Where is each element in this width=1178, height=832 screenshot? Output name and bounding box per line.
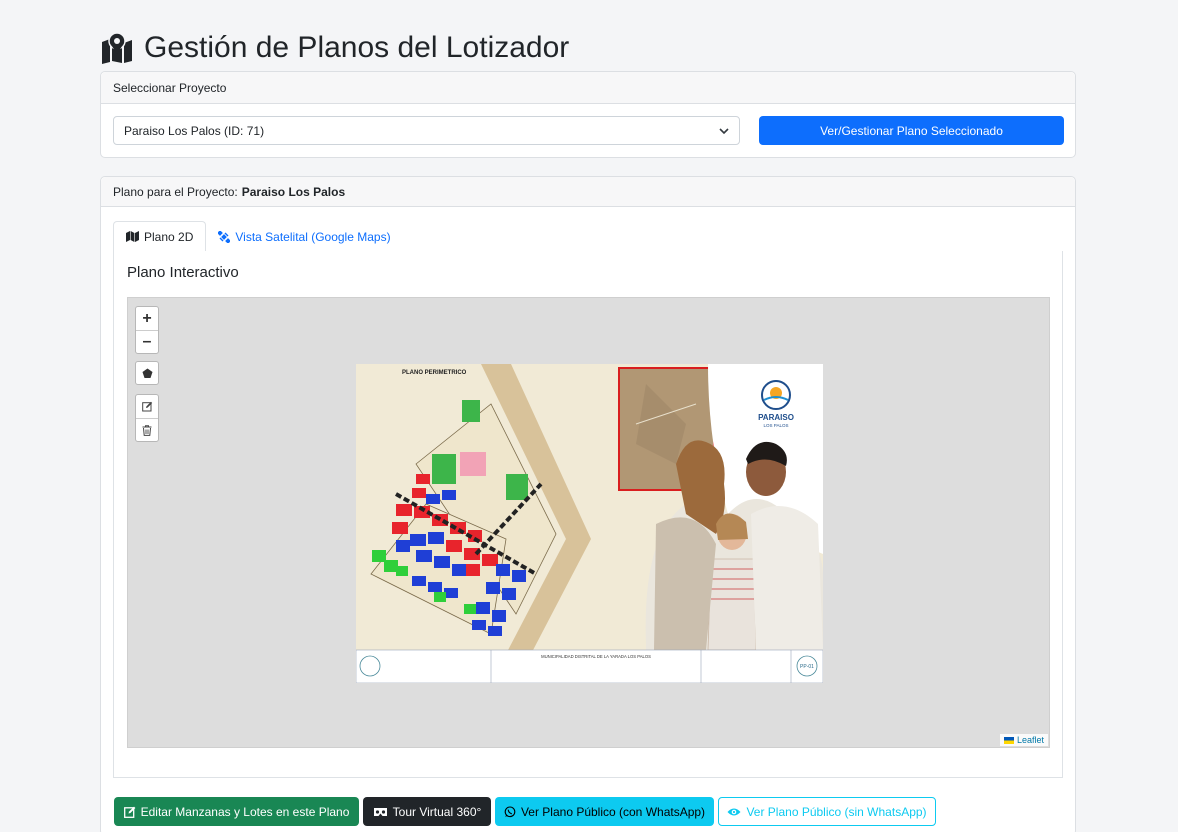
virtual-tour-label: Tour Virtual 360°: [392, 804, 482, 819]
attribution-label: Leaflet: [1016, 735, 1044, 745]
map-attribution[interactable]: Leaflet: [999, 734, 1048, 746]
interactive-map[interactable]: + – PARAISO LOS PALOS PLANO PERIMETRICO …: [127, 297, 1050, 748]
tab-plano-2d[interactable]: Plano 2D: [113, 221, 207, 252]
project-select-header: Seleccionar Proyecto: [101, 72, 1075, 104]
tab-satellite[interactable]: Vista Satelital (Google Maps): [206, 221, 402, 252]
plan-card: Plano para el Proyecto: Paraiso Los Palo…: [100, 176, 1076, 832]
public-plan-whatsapp-button[interactable]: Ver Plano Público (con WhatsApp): [495, 797, 714, 826]
plan-image-overlay: PARAISO LOS PALOS PLANO PERIMETRICO MUNI…: [356, 364, 823, 683]
plan-actions: Editar Manzanas y Lotes en este Plano To…: [114, 797, 936, 826]
overlay-footer-text: MUNICIPALIDAD DISTRITAL DE LA YARADA LOS…: [541, 654, 651, 659]
polygon-icon: [142, 368, 153, 379]
edit-layers-button[interactable]: [136, 395, 158, 418]
edit-toolbar: [135, 394, 159, 442]
zoom-out-button[interactable]: –: [136, 330, 158, 353]
pane-title: Plano Interactivo: [127, 264, 239, 281]
trash-icon: [142, 424, 152, 436]
overlay-logo-name: PARAISO: [758, 413, 794, 422]
map-marked-icon: [100, 32, 134, 64]
project-select[interactable]: Paraiso Los Palos (ID: 71): [113, 116, 740, 145]
eye-icon: [727, 807, 741, 817]
delete-layers-button[interactable]: [136, 418, 158, 441]
tab-satellite-label: Vista Satelital (Google Maps): [235, 229, 391, 244]
overlay-logo-sub: LOS PALOS: [764, 423, 789, 428]
project-select-card: Seleccionar Proyecto Paraiso Los Palos (…: [100, 71, 1076, 158]
public-plan-no-whatsapp-button[interactable]: Ver Plano Público (sin WhatsApp): [718, 797, 936, 826]
edit-icon: [123, 806, 136, 818]
page-title-text: Gestión de Planos del Lotizador: [144, 31, 570, 64]
zoom-in-button[interactable]: +: [136, 307, 158, 330]
ukraine-flag-icon: [1003, 736, 1014, 744]
map-icon: [126, 231, 139, 242]
plan-project-name: Paraiso Los Palos: [241, 184, 346, 199]
draw-polygon-button[interactable]: [135, 361, 159, 385]
zoom-control: + –: [135, 306, 159, 354]
overlay-sheet-label: PP-01: [800, 664, 814, 670]
edit-lots-label: Editar Manzanas y Lotes en este Plano: [140, 804, 350, 819]
plan-card-header: Plano para el Proyecto: Paraiso Los Palo…: [101, 177, 1075, 207]
view-plan-button[interactable]: Ver/Gestionar Plano Seleccionado: [759, 116, 1064, 145]
public-plan-no-whatsapp-label: Ver Plano Público (sin WhatsApp): [746, 804, 927, 819]
tab-plano-2d-label: Plano 2D: [144, 229, 194, 244]
satellite-icon: [218, 230, 231, 243]
plano-2d-pane: Plano Interactivo + – PARAISO LOS PALOS …: [113, 251, 1063, 778]
whatsapp-icon: [504, 805, 516, 818]
overlay-plan-title: PLANO PERIMETRICO: [402, 370, 467, 376]
chevron-down-icon: [719, 126, 729, 136]
edit-lots-button[interactable]: Editar Manzanas y Lotes en este Plano: [114, 797, 359, 826]
virtual-tour-button[interactable]: Tour Virtual 360°: [363, 797, 491, 826]
vr-icon: [373, 807, 388, 817]
page-title: Gestión de Planos del Lotizador: [100, 28, 569, 68]
public-plan-whatsapp-label: Ver Plano Público (con WhatsApp): [520, 804, 706, 819]
plan-header-prefix: Plano para el Proyecto:: [113, 184, 238, 199]
plan-tabs: Plano 2D Vista Satelital (Google Maps): [113, 221, 403, 252]
edit-icon: [141, 401, 153, 412]
project-select-value: Paraiso Los Palos (ID: 71): [124, 123, 265, 138]
